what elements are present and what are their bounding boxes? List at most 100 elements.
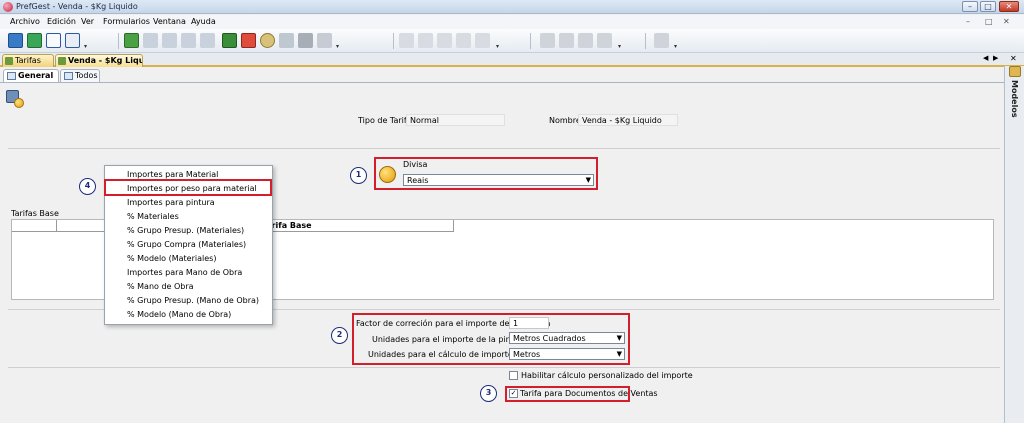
modelos-icon[interactable] xyxy=(1009,66,1021,77)
menu-formularios[interactable]: Formularios xyxy=(103,17,150,26)
tab-scroll-right-icon[interactable]: ▶ xyxy=(993,54,998,62)
email-icon[interactable] xyxy=(456,33,471,48)
right-sidebar: Modelos xyxy=(1004,66,1024,423)
factor-correcion-input[interactable]: 1 xyxy=(509,317,549,329)
tab-close-icon[interactable]: ✕ xyxy=(1010,54,1017,63)
picture-icon[interactable] xyxy=(578,33,593,48)
title-bar: PrefGest - Venda - $Kg Liquido – □ ✕ xyxy=(0,0,1024,14)
tipo-tarifa-label: Tipo de Tarifa xyxy=(358,116,412,125)
chevron-down-icon: ▼ xyxy=(585,176,591,184)
tab-general[interactable]: General xyxy=(3,69,59,82)
habilitar-calculo-label: Habilitar cálculo personalizado del impo… xyxy=(521,371,693,380)
toolbar-dropdown-caret[interactable]: ▾ xyxy=(618,43,621,50)
toolbar-separator xyxy=(530,33,531,49)
menu-item-importes-pintura[interactable]: Importes para pintura xyxy=(105,197,272,211)
callout-3: 3 xyxy=(480,385,497,402)
edit-icon[interactable] xyxy=(317,33,332,48)
settings-icon[interactable] xyxy=(654,33,669,48)
menu-item-pct-materiales[interactable]: % Materiales xyxy=(105,211,272,225)
toolbar-separator xyxy=(118,33,119,49)
menu-ayuda[interactable]: Ayuda xyxy=(191,17,216,26)
menu-ver[interactable]: Ver xyxy=(81,17,94,26)
first-record-icon[interactable] xyxy=(143,33,158,48)
maximize-button[interactable]: □ xyxy=(980,1,996,12)
callout-4: 4 xyxy=(79,178,96,195)
menu-item-pct-grupo-presup-mano-obra[interactable]: % Grupo Presup. (Mano de Obra) xyxy=(105,295,272,309)
unidades-lineales-select[interactable]: Metros ▼ xyxy=(509,348,625,360)
habilitar-calculo-checkbox[interactable] xyxy=(509,371,518,380)
grid-row-header xyxy=(12,220,57,232)
menu-item-pct-modelo-mano-obra[interactable]: % Modelo (Mano de Obra) xyxy=(105,309,272,323)
menu-bar: Archivo Edición Ver Formularios Ventana … xyxy=(0,15,1024,29)
mdi-minimize-icon[interactable]: – xyxy=(966,17,970,26)
add-record-icon[interactable] xyxy=(222,33,237,48)
tab-tarifas[interactable]: Tarifas xyxy=(2,54,54,67)
toolbar-dropdown-caret[interactable]: ▾ xyxy=(496,43,499,50)
grid-icon[interactable] xyxy=(65,33,80,48)
window-title: PrefGest - Venda - $Kg Liquido xyxy=(16,2,138,11)
mdi-restore-icon[interactable]: □ xyxy=(985,17,993,26)
tarifa-documentos-checkbox[interactable]: ✓ xyxy=(509,389,518,398)
nombre-field: Venda - $Kg Liquido xyxy=(578,114,678,126)
report-icon[interactable] xyxy=(475,33,490,48)
unidades-pintura-select[interactable]: Metros Cuadrados ▼ xyxy=(509,332,625,344)
close-button[interactable]: ✕ xyxy=(999,1,1019,12)
new-window-icon[interactable] xyxy=(8,33,23,48)
callout-1: 1 xyxy=(350,167,367,184)
previous-record-icon[interactable] xyxy=(162,33,177,48)
toolbar-dropdown-caret[interactable]: ▾ xyxy=(84,43,87,50)
inner-tabs: General Todos xyxy=(0,68,1004,82)
menu-item-pct-modelo-materiales[interactable]: % Modelo (Materiales) xyxy=(105,253,272,267)
delete-record-icon[interactable] xyxy=(241,33,256,48)
menu-archivo[interactable]: Archivo xyxy=(10,17,40,26)
next-record-icon[interactable] xyxy=(181,33,196,48)
divisa-label: Divisa xyxy=(403,160,428,169)
nombre-label: Nombre xyxy=(549,116,581,125)
tools-icon[interactable] xyxy=(298,33,313,48)
import-icon[interactable] xyxy=(27,33,42,48)
sidebar-modelos-label[interactable]: Modelos xyxy=(1010,80,1019,118)
document-tabs: Tarifas Venda - $Kg Liquido ◀ ▶ ✕ xyxy=(0,53,1024,67)
chevron-down-icon: ▼ xyxy=(616,334,622,342)
toolbar-separator xyxy=(393,33,394,49)
menu-item-pct-grupo-presup-materiales[interactable]: % Grupo Presup. (Materiales) xyxy=(105,225,272,239)
tarifa-documentos-label: Tarifa para Documentos de Ventas xyxy=(520,389,658,398)
chevron-down-icon: ▼ xyxy=(616,350,622,358)
menu-edicion[interactable]: Edición xyxy=(47,17,76,26)
toolbar: ▾ ▾ ▾ ▾ ▾ xyxy=(0,29,1024,53)
tab-venda-kg-liquido[interactable]: Venda - $Kg Liquido xyxy=(55,54,143,67)
mdi-close-icon[interactable]: ✕ xyxy=(1003,17,1010,26)
save-icon[interactable] xyxy=(124,33,139,48)
currency-coin-icon xyxy=(379,166,396,183)
general-tab-icon xyxy=(7,72,16,80)
filter-icon[interactable] xyxy=(279,33,294,48)
todos-tab-icon xyxy=(64,72,73,80)
tarifas-tab-icon xyxy=(5,57,13,65)
toolbar-dropdown-caret[interactable]: ▾ xyxy=(674,43,677,50)
attach-icon[interactable] xyxy=(597,33,612,48)
coin-icon xyxy=(14,98,24,108)
venda-tab-icon xyxy=(58,57,66,65)
tarifas-base-label: Tarifas Base xyxy=(11,209,59,218)
last-record-icon[interactable] xyxy=(200,33,215,48)
link-icon[interactable] xyxy=(559,33,574,48)
search-icon[interactable] xyxy=(260,33,275,48)
menu-ventana[interactable]: Ventana xyxy=(153,17,186,26)
tab-scroll-left-icon[interactable]: ◀ xyxy=(983,54,988,62)
section-divider xyxy=(8,148,1000,149)
toolbar-separator xyxy=(645,33,646,49)
print-preview-icon[interactable] xyxy=(418,33,433,48)
menu-item-pct-mano-obra[interactable]: % Mano de Obra xyxy=(105,281,272,295)
divisa-select[interactable]: Reais ▼ xyxy=(403,174,594,186)
menu-item-pct-grupo-compra-materiales[interactable]: % Grupo Compra (Materiales) xyxy=(105,239,272,253)
export-icon[interactable] xyxy=(437,33,452,48)
print-icon[interactable] xyxy=(399,33,414,48)
minimize-button[interactable]: – xyxy=(962,1,978,12)
list-icon[interactable] xyxy=(46,33,61,48)
unidades-pintura-label: Unidades para el importe de la pintura xyxy=(372,335,528,344)
menu-item-importes-mano-obra[interactable]: Importes para Mano de Obra xyxy=(105,267,272,281)
toolbar-dropdown-caret[interactable]: ▾ xyxy=(336,43,339,50)
annotation-box-4 xyxy=(104,179,272,196)
tab-todos[interactable]: Todos xyxy=(60,69,100,82)
calculator-icon[interactable] xyxy=(540,33,555,48)
